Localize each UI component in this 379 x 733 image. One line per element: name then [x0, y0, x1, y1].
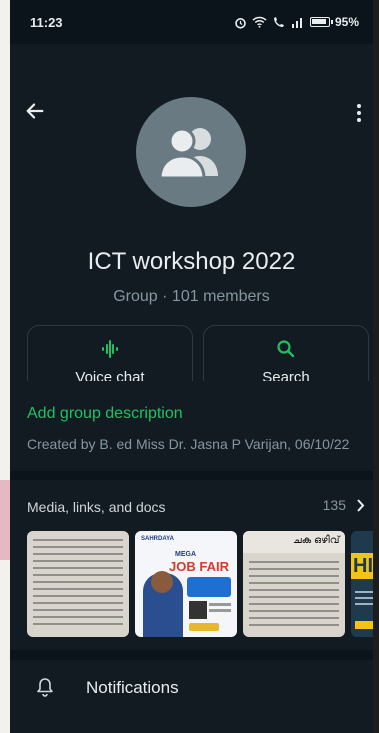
- poster-brand: SAHRDAYA: [141, 536, 174, 542]
- group-avatar[interactable]: [136, 97, 246, 207]
- chevron-right-icon: [357, 498, 365, 512]
- notifications-row[interactable]: Notifications: [10, 660, 373, 716]
- status-icons: 95%: [234, 15, 359, 29]
- newspaper-banner: ചക ഒഴിവ്: [293, 535, 340, 546]
- right-edge-background: [373, 0, 379, 733]
- partial-thumb-text: HI: [353, 555, 373, 577]
- left-edge-background: [0, 0, 10, 733]
- poster-heading: MEGA: [175, 551, 196, 558]
- description-panel: Add group description Created by B. ed M…: [10, 381, 373, 471]
- battery-percent: 95%: [334, 15, 359, 29]
- poster-title: JOB FAIR: [169, 559, 229, 574]
- more-options-button[interactable]: [349, 100, 369, 126]
- media-thumbnails: SAHRDAYA MEGA JOB FAIR ചക ഒഴിവ് HI: [27, 531, 373, 637]
- wifi-icon: [252, 16, 267, 28]
- back-arrow-icon: [26, 103, 44, 119]
- battery-icon: [309, 17, 333, 27]
- search-icon: [277, 340, 295, 358]
- more-vert-icon: [357, 104, 361, 108]
- add-description-link[interactable]: Add group description: [27, 405, 183, 423]
- media-thumb-newspaper-2[interactable]: ചക ഒഴിവ്: [243, 531, 345, 637]
- status-time: 11:23: [30, 14, 63, 30]
- call-signal-icon: [273, 17, 284, 27]
- media-thumb-job-fair-poster[interactable]: SAHRDAYA MEGA JOB FAIR: [135, 531, 237, 637]
- back-button[interactable]: [24, 100, 50, 126]
- media-panel: Media, links, and docs 135 SAHRDAYA MEGA…: [10, 480, 373, 650]
- media-count: 135: [322, 497, 346, 513]
- group-icon: [158, 127, 218, 178]
- notifications-label: Notifications: [86, 678, 179, 697]
- group-header-panel: ICT workshop 2022 Group · 101 members Vo…: [10, 44, 373, 404]
- bell-icon: [37, 678, 53, 697]
- alarm-icon: [235, 17, 246, 29]
- status-bar: 11:23 95%: [10, 0, 373, 44]
- notifications-panel: Notifications: [10, 660, 373, 733]
- media-thumb-newspaper-1[interactable]: [27, 531, 129, 637]
- cell-signal-icon: [291, 18, 302, 28]
- phone-screen: 11:23 95% ICT workshop 2022 Group · 101 …: [10, 0, 373, 733]
- media-count-link[interactable]: 135: [323, 497, 365, 513]
- media-title[interactable]: Media, links, and docs: [27, 499, 166, 515]
- voice-wave-icon: [102, 340, 118, 358]
- group-name[interactable]: ICT workshop 2022: [10, 248, 373, 276]
- group-member-count: Group · 101 members: [113, 288, 270, 305]
- created-by-text: Created by B. ed Miss Dr. Jasna P Varija…: [27, 436, 350, 452]
- media-thumb-partial[interactable]: HI: [351, 531, 373, 637]
